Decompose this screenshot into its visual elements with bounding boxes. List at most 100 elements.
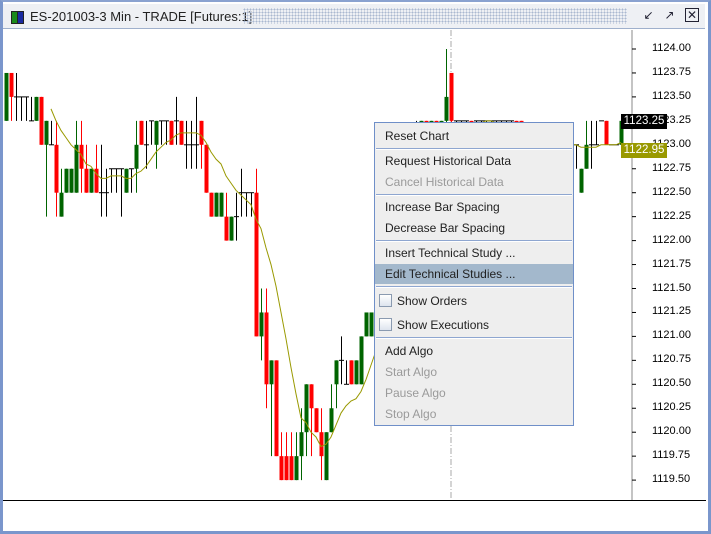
candle: [154, 120, 159, 169]
candle-body: [64, 168, 69, 193]
candle: [254, 168, 259, 337]
candle: [279, 432, 284, 481]
price-axis-label: 1119.75: [652, 449, 691, 462]
menu-insert-technical-study[interactable]: Insert Technical Study ...: [375, 243, 573, 263]
price-axis-label: 1123.75: [652, 65, 691, 78]
candle: [574, 144, 579, 169]
candle: [79, 120, 84, 193]
price-axis-label: 1121.25: [652, 305, 691, 318]
candle: [594, 120, 599, 146]
menu-add-algo[interactable]: Add Algo: [375, 341, 573, 361]
candle: [349, 360, 354, 385]
candle: [149, 120, 154, 145]
candle: [234, 192, 239, 241]
candle: [134, 120, 139, 193]
candle: [69, 168, 74, 193]
candle: [159, 120, 164, 145]
menu-decrease-bar-spacing[interactable]: Decrease Bar Spacing: [375, 218, 573, 238]
candle: [219, 192, 224, 217]
candle-body: [604, 120, 609, 145]
chart-bottom-divider: [3, 500, 706, 501]
candle: [239, 168, 244, 217]
price-axis-label: 1119.50: [652, 473, 691, 486]
candle: [89, 168, 94, 193]
candle-body: [364, 312, 369, 337]
candle: [174, 96, 179, 145]
candle: [114, 168, 119, 193]
menu-edit-technical-studies[interactable]: Edit Technical Studies ...: [375, 264, 573, 284]
last-price-marker: 1123.25: [621, 114, 667, 129]
menu-reset-chart[interactable]: Reset Chart: [375, 126, 573, 146]
candle-body: [349, 360, 354, 385]
candle-body: [44, 120, 49, 145]
candle: [19, 96, 24, 121]
price-axis-label: 1123.50: [652, 89, 691, 102]
candle-body: [214, 192, 219, 217]
candle-body: [264, 312, 269, 385]
candle: [189, 120, 194, 169]
candle: [324, 432, 329, 481]
candle: [9, 72, 14, 121]
candle-body: [324, 432, 329, 481]
candle: [584, 120, 589, 169]
price-chart[interactable]: [0, 0, 711, 534]
show-orders-checkbox[interactable]: [379, 294, 392, 307]
price-axis-label: 1122.75: [652, 161, 691, 174]
menu-increase-bar-spacing[interactable]: Increase Bar Spacing: [375, 197, 573, 217]
candle-body: [279, 456, 284, 481]
candle: [259, 288, 264, 361]
candle: [54, 120, 59, 217]
candle: [364, 312, 369, 337]
candle-body: [4, 72, 9, 121]
price-axis-label: 1121.50: [652, 281, 691, 294]
candle-body: [139, 120, 144, 145]
candle-body: [89, 168, 94, 193]
candle: [199, 120, 204, 169]
candle-body: [299, 432, 304, 457]
candle: [34, 96, 39, 121]
candle: [74, 120, 79, 193]
menu-separator: [376, 337, 572, 339]
candle-body: [329, 408, 334, 433]
candle: [94, 144, 99, 193]
price-axis-label: 1120.50: [652, 377, 691, 390]
menu-separator: [376, 240, 572, 242]
candle: [139, 120, 144, 145]
candle-body: [449, 72, 454, 121]
context-menu: Reset Chart Request Historical Data Canc…: [374, 122, 574, 426]
candle-body: [444, 96, 449, 121]
menu-stop-algo: Stop Algo: [385, 407, 437, 421]
candle-body: [154, 120, 159, 145]
menu-show-executions[interactable]: Show Executions: [375, 315, 573, 335]
candle-body: [224, 216, 229, 241]
candle-body: [69, 168, 74, 193]
candle-body: [169, 120, 174, 145]
candle: [294, 432, 299, 481]
candle: [329, 384, 334, 433]
candle-body: [579, 168, 584, 193]
price-axis-label: 1122.00: [652, 233, 691, 246]
menu-separator: [376, 148, 572, 150]
candle-body: [334, 360, 339, 385]
price-axis-label: 1120.25: [652, 401, 691, 414]
candle-body: [314, 408, 319, 433]
menu-show-orders[interactable]: Show Orders: [375, 291, 573, 311]
candle: [4, 72, 9, 121]
show-executions-checkbox[interactable]: [379, 318, 392, 331]
menu-separator: [376, 286, 572, 288]
price-axis-label: 1122.50: [652, 185, 691, 198]
candle-body: [204, 144, 209, 193]
candle: [604, 120, 609, 145]
candle-body: [284, 456, 289, 481]
candle: [44, 120, 49, 217]
candle: [229, 216, 234, 241]
candle-body: [79, 144, 84, 169]
candle: [334, 360, 339, 409]
candle: [129, 168, 134, 193]
candle: [354, 360, 359, 385]
candle-body: [354, 360, 359, 385]
candle: [14, 72, 19, 121]
menu-request-historical-data[interactable]: Request Historical Data: [375, 151, 573, 171]
show-orders-label: Show Orders: [397, 294, 468, 308]
candle: [304, 384, 309, 457]
